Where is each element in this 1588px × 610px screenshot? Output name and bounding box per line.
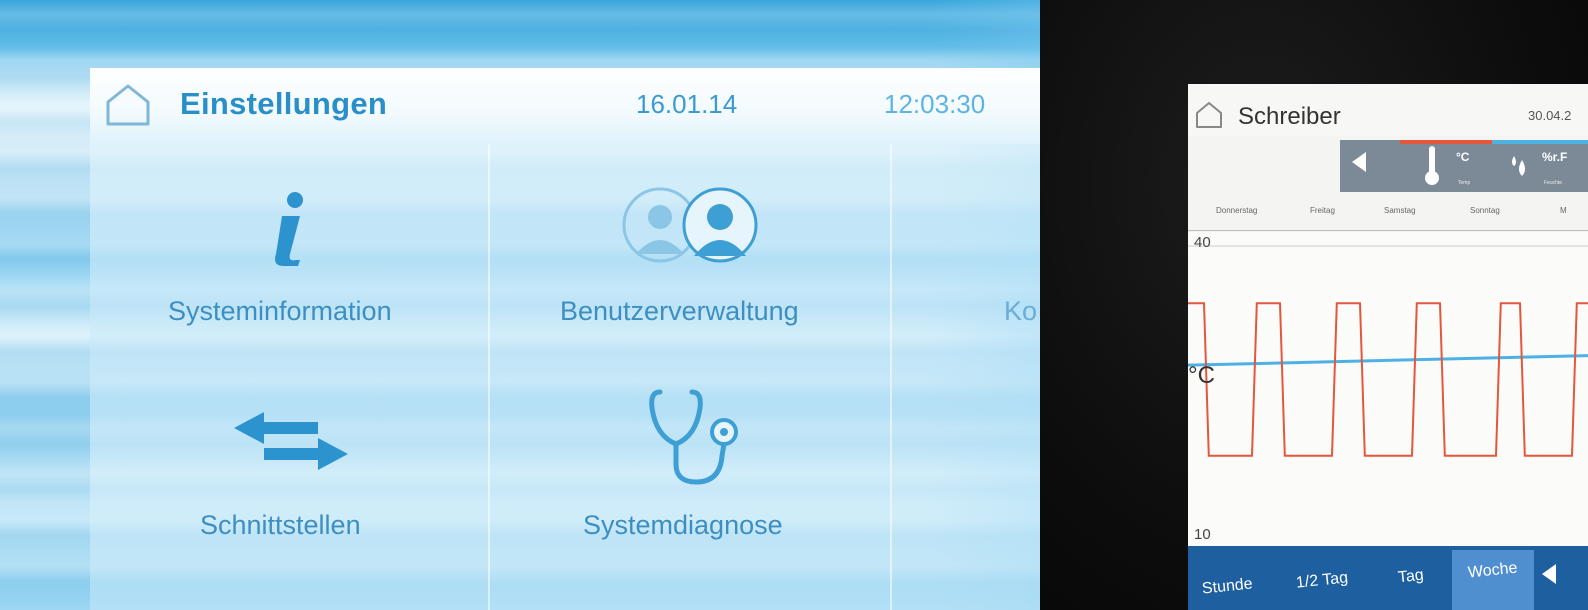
recorder-title: Schreiber [1238, 103, 1341, 130]
users-icon [622, 187, 758, 263]
day-label: Donnerstag [1216, 206, 1258, 215]
scroll-left-arrow-icon[interactable] [1542, 564, 1556, 584]
humidity-channel-indicator [1492, 140, 1588, 144]
day-label: Samstag [1384, 206, 1416, 215]
tile-divider [890, 144, 892, 610]
y-axis-min-label: 10 [1194, 526, 1211, 543]
home-icon[interactable] [104, 82, 152, 128]
page-title: Einstellungen [180, 86, 388, 121]
interfaces-arrows-icon [234, 412, 348, 470]
tile-label: Systemdiagnose [583, 510, 783, 540]
home-icon[interactable] [1194, 100, 1224, 130]
thermometer-icon[interactable] [1424, 144, 1440, 188]
stethoscope-icon [649, 389, 738, 485]
tile-label: Schnittstellen [200, 510, 361, 540]
header-date: 16.01.14 [636, 89, 738, 119]
header-time: 12:03:30 [884, 89, 986, 119]
temperature-chart [1188, 232, 1588, 556]
tile-label: Benutzerverwaltung [560, 296, 799, 326]
humidity-unit-label[interactable]: %r.F [1542, 150, 1567, 164]
day-label: Freitag [1310, 206, 1335, 215]
recorder-date: 30.04.2 [1528, 108, 1572, 123]
recorder-display: Schreiber 30.04.2 °C Temp %r.F Feuchte D… [1188, 84, 1588, 610]
y-axis-max-label: 40 [1194, 234, 1211, 251]
day-label: M [1560, 206, 1567, 215]
info-icon [275, 192, 303, 266]
previous-arrow-icon[interactable] [1352, 152, 1366, 172]
humidity-sub-label: Feuchte [1544, 180, 1563, 186]
temp-channel-indicator [1400, 140, 1492, 144]
temp-sub-label: Temp [1458, 180, 1471, 186]
tile-divider [488, 144, 490, 610]
day-axis [1188, 199, 1588, 231]
y-axis-unit: °C [1188, 362, 1215, 389]
tile-label: Ko [1004, 296, 1038, 326]
tab-tag[interactable]: Tag [1397, 567, 1425, 588]
day-label: Sonntag [1470, 206, 1500, 215]
temp-unit-label[interactable]: °C [1456, 150, 1469, 164]
humidity-drops-icon[interactable] [1508, 154, 1530, 178]
tile-label: Systeminformation [168, 296, 392, 326]
